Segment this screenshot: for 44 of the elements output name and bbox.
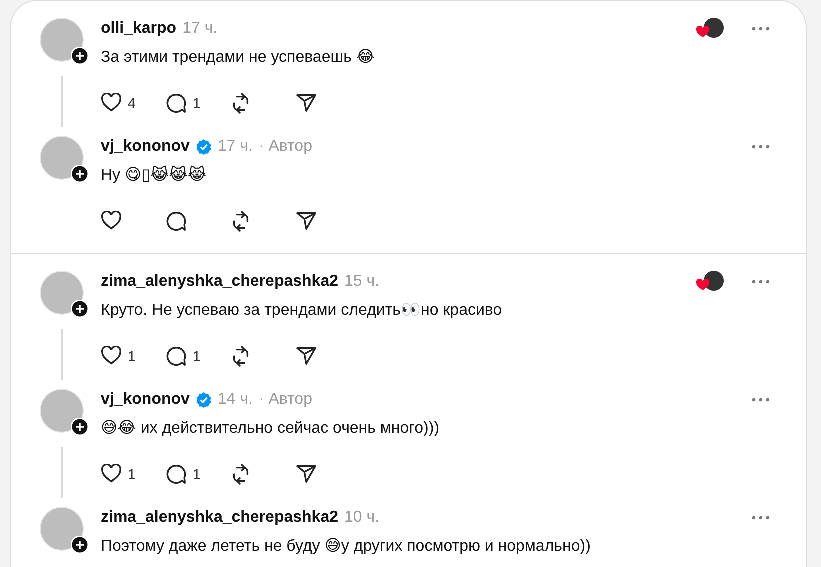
like-button[interactable]: 4 bbox=[101, 93, 166, 113]
send-icon bbox=[296, 93, 317, 113]
repost-icon bbox=[231, 464, 251, 484]
username[interactable]: vj_kononov bbox=[101, 391, 190, 409]
follow-plus-icon[interactable] bbox=[71, 300, 89, 318]
reply-button[interactable]: 1 bbox=[166, 464, 231, 484]
username[interactable]: zima_alenyshka_cherepashka2 bbox=[101, 273, 338, 291]
username[interactable]: vj_kononov bbox=[101, 138, 190, 156]
repost-icon bbox=[231, 92, 251, 114]
author-label: · Автор bbox=[258, 138, 312, 156]
comment-text: Поэтому даже лететь не буду 😅у других посмотрю и нормально)) bbox=[101, 537, 592, 557]
author-label: · Автор bbox=[258, 391, 312, 409]
send-icon bbox=[296, 464, 317, 484]
comment-icon bbox=[166, 92, 187, 114]
repost-icon bbox=[231, 210, 251, 232]
heart-icon bbox=[101, 211, 122, 231]
follow-plus-icon[interactable] bbox=[71, 536, 89, 554]
send-icon bbox=[296, 346, 317, 366]
repost-icon bbox=[231, 346, 251, 366]
post-time: 14 ч. bbox=[218, 391, 253, 409]
username[interactable]: olli_karpo bbox=[101, 20, 177, 38]
comment-text: Ну 😋▯😹😹😹 bbox=[101, 165, 208, 186]
heart-icon bbox=[101, 464, 122, 484]
comment-icon bbox=[166, 210, 187, 232]
comment-text: 😅😂 их действительно сейчас очень много))) bbox=[101, 419, 441, 439]
like-button[interactable]: 1 bbox=[101, 464, 166, 484]
reply-button[interactable]: 1 bbox=[166, 346, 231, 366]
heart-icon bbox=[101, 93, 122, 113]
like-button[interactable]: 1 bbox=[101, 346, 166, 366]
reply-button[interactable]: 1 bbox=[166, 92, 231, 114]
comment-text: Круто. Не успеваю за трендами следить👀но красиво bbox=[101, 301, 504, 321]
post-time: 17 ч. bbox=[182, 20, 218, 38]
heart-icon bbox=[101, 346, 122, 366]
follow-plus-icon[interactable] bbox=[71, 165, 89, 183]
send-icon bbox=[296, 211, 317, 231]
follow-plus-icon[interactable] bbox=[71, 47, 89, 65]
post-time: 10 ч. bbox=[344, 509, 380, 527]
comment-icon bbox=[166, 464, 187, 484]
comment-icon bbox=[166, 346, 187, 366]
post-time: 17 ч. bbox=[218, 138, 253, 156]
follow-plus-icon[interactable] bbox=[71, 418, 89, 436]
post-time: 15 ч. bbox=[344, 273, 380, 291]
username[interactable]: zima_alenyshka_cherepashka2 bbox=[101, 509, 338, 527]
comment-text: За этими трендами не успеваешь 😂 bbox=[101, 48, 376, 68]
